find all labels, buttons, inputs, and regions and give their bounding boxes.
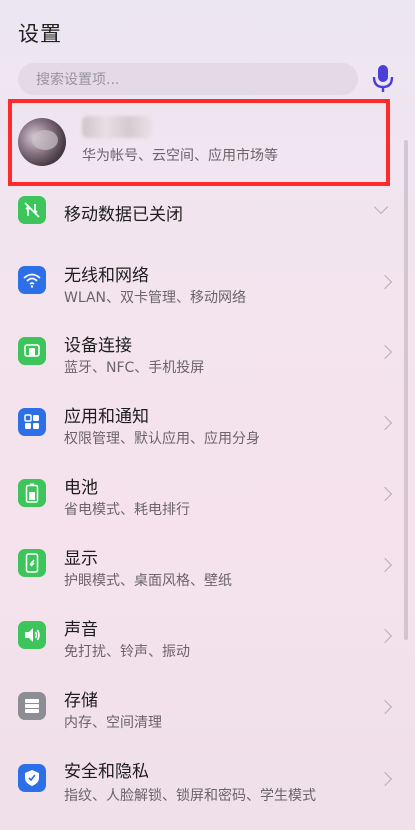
speaker-icon: [18, 621, 46, 649]
chevron-right-icon[interactable]: [377, 557, 393, 573]
device-connection-icon: [18, 337, 46, 365]
shield-icon: [18, 764, 46, 792]
battery-icon: [18, 479, 46, 507]
battery-title: 电池: [64, 478, 98, 498]
search-input[interactable]: 搜索设置项...: [18, 63, 358, 95]
apps-notifications-title: 应用和通知: [64, 407, 149, 427]
chevron-down-icon[interactable]: [373, 199, 389, 215]
page-title: 设置: [18, 22, 62, 46]
wireless-network-title: 无线和网络: [64, 266, 149, 286]
security-privacy-subtitle: 指纹、人脸解锁、锁屏和密码、学生模式: [64, 788, 316, 804]
mobile-data-label: 移动数据已关闭: [64, 205, 183, 225]
sound-title: 声音: [64, 620, 98, 640]
storage-title: 存储: [64, 691, 98, 711]
microphone-icon[interactable]: [372, 64, 394, 94]
chevron-right-icon[interactable]: [377, 771, 393, 787]
apps-notifications-subtitle: 权限管理、默认应用、应用分身: [64, 431, 260, 447]
search-placeholder: 搜索设置项...: [36, 72, 120, 88]
sound-subtitle: 免打扰、铃声、振动: [64, 644, 190, 660]
account-row[interactable]: [12, 103, 386, 182]
display-subtitle: 护眼模式、桌面风格、壁纸: [64, 573, 232, 589]
display-icon: [18, 549, 46, 577]
chevron-right-icon[interactable]: [377, 628, 393, 644]
security-privacy-title: 安全和隐私: [64, 762, 149, 782]
apps-grid-icon: [18, 408, 46, 436]
storage-subtitle: 内存、空间清理: [64, 715, 162, 731]
display-title: 显示: [64, 549, 98, 569]
device-connection-subtitle: 蓝牙、NFC、手机投屏: [64, 360, 205, 376]
storage-icon: [18, 692, 46, 720]
mobile-data-icon: [18, 196, 46, 224]
wifi-icon: [18, 266, 46, 294]
chevron-right-icon[interactable]: [377, 274, 393, 290]
chevron-right-icon[interactable]: [377, 415, 393, 431]
battery-subtitle: 省电模式、耗电排行: [64, 502, 190, 518]
device-connection-title: 设备连接: [64, 336, 132, 356]
chevron-right-icon[interactable]: [377, 699, 393, 715]
scrollbar[interactable]: [404, 140, 408, 640]
chevron-right-icon[interactable]: [377, 486, 393, 502]
wireless-network-subtitle: WLAN、双卡管理、移动网络: [64, 290, 247, 306]
chevron-right-icon[interactable]: [377, 344, 393, 360]
